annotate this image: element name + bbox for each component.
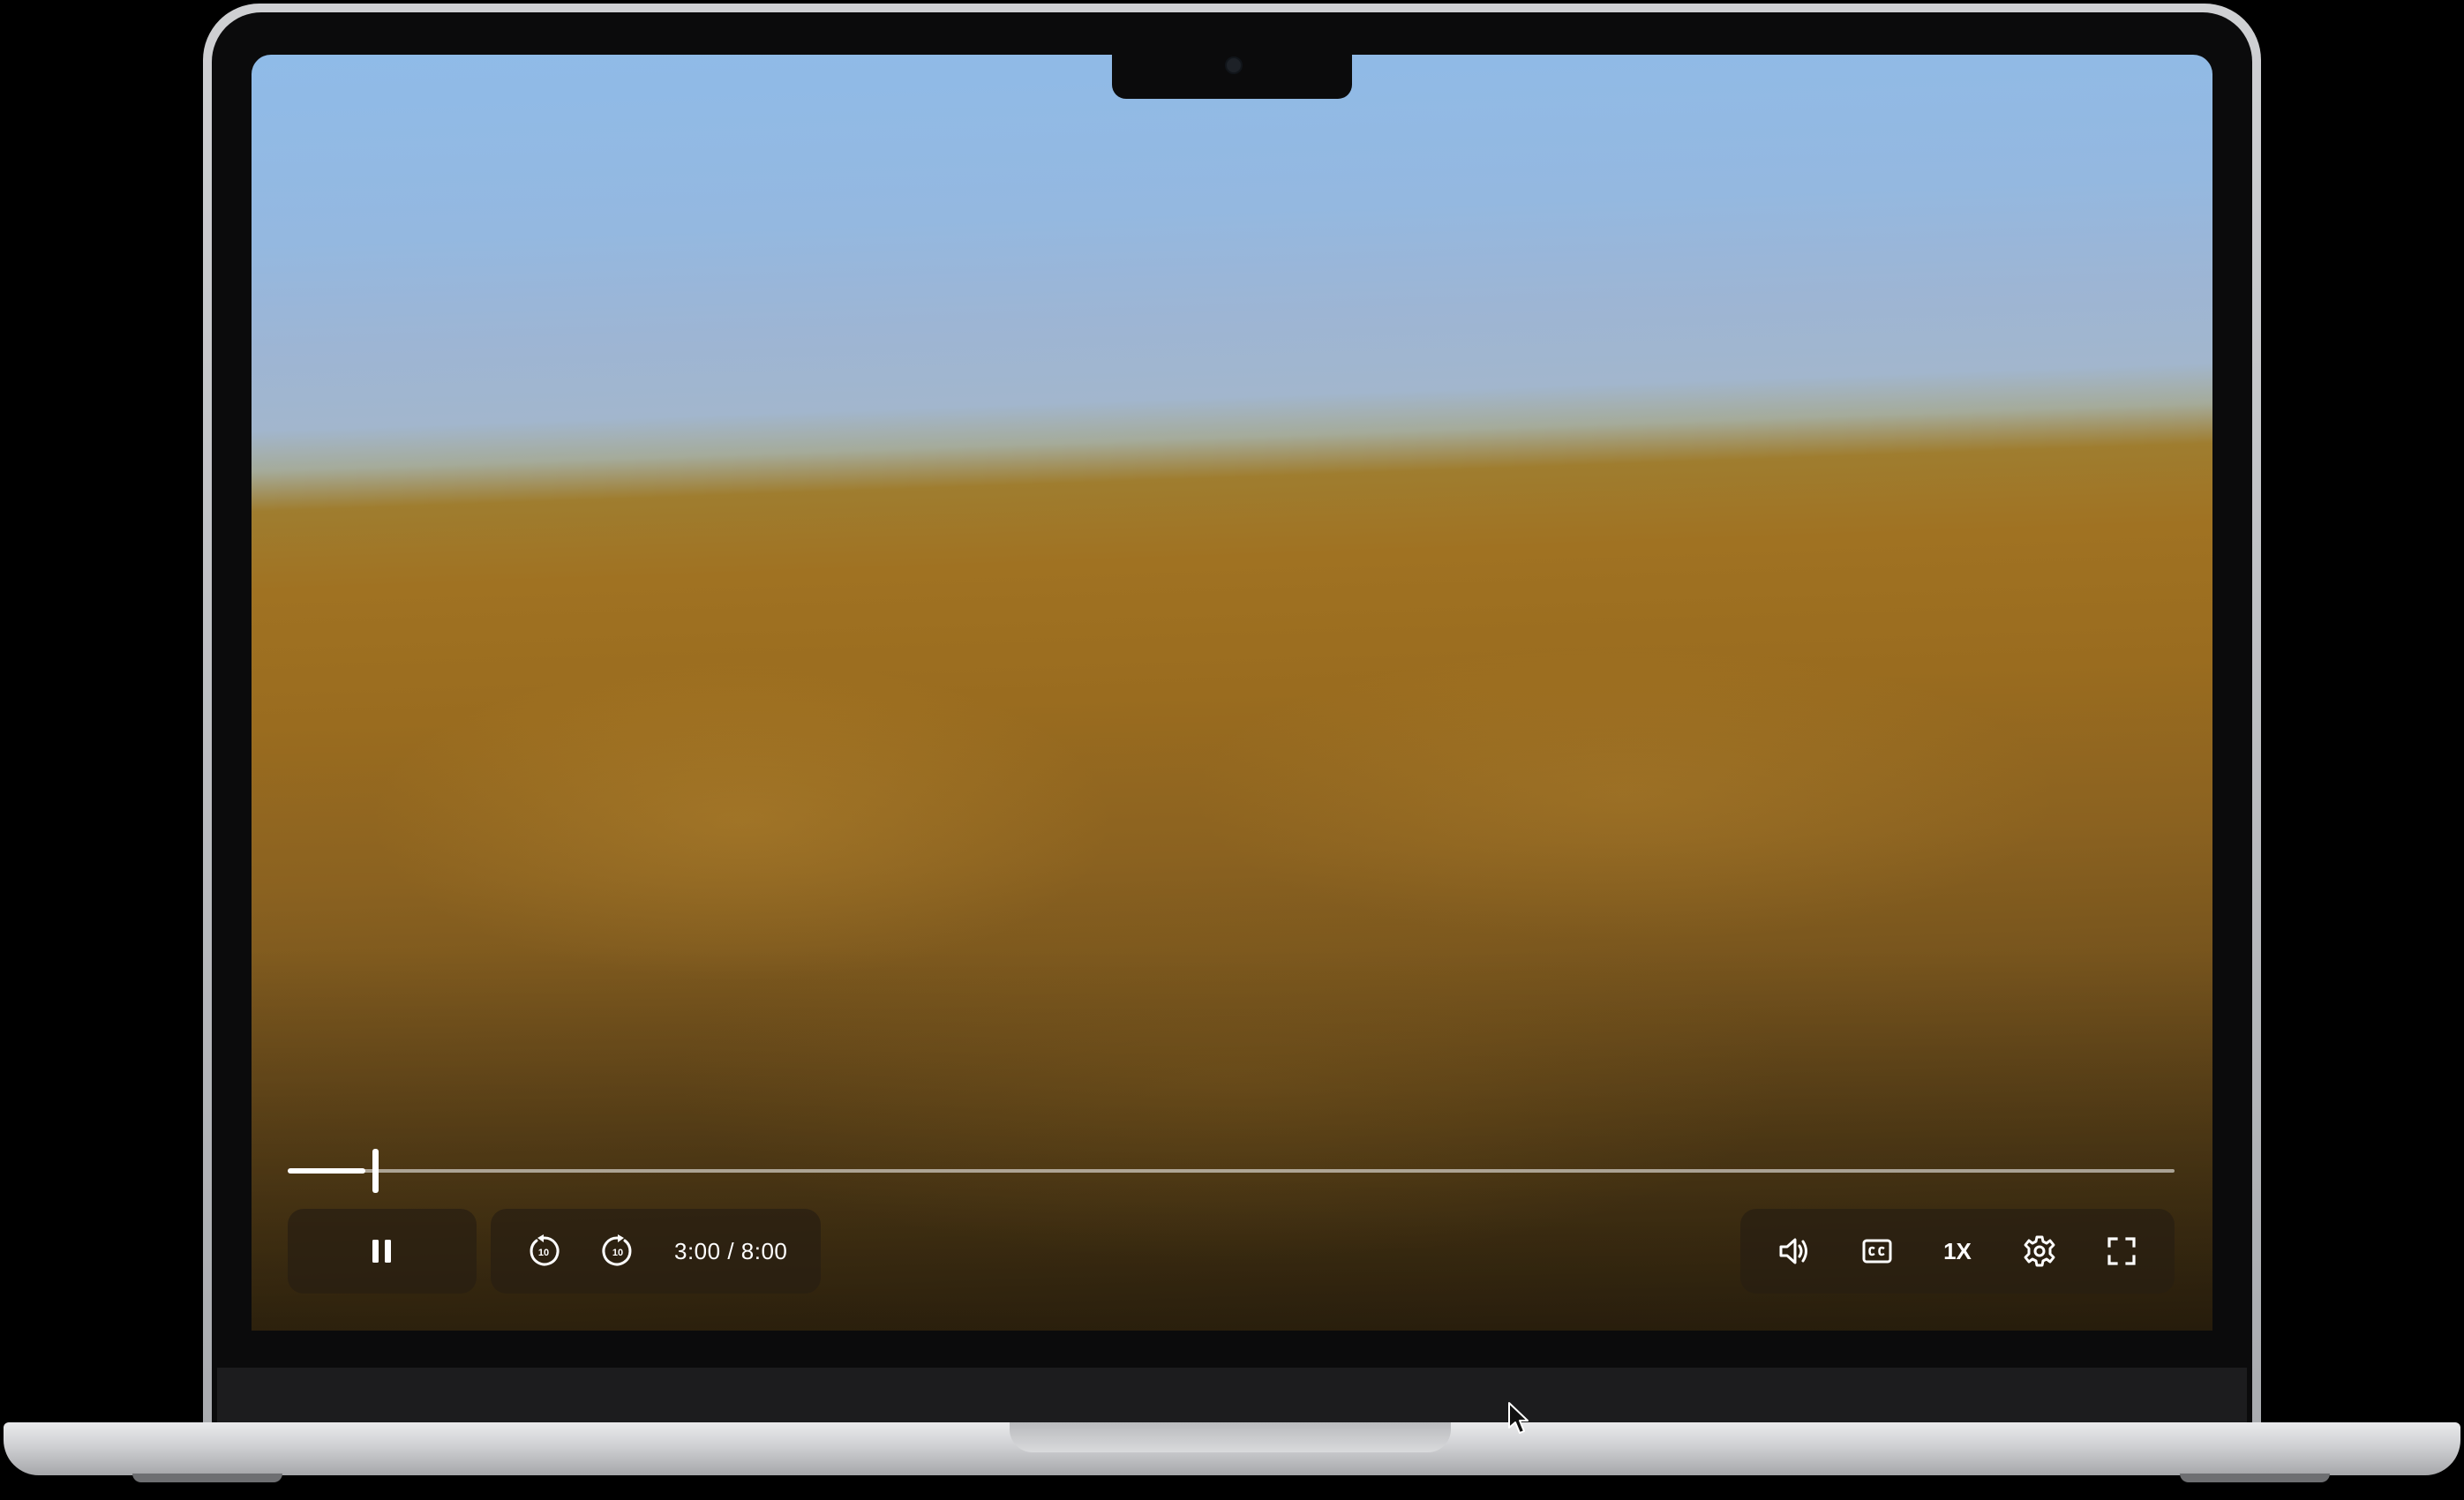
forward-10-button[interactable]: 10 — [600, 1234, 635, 1269]
captions-button[interactable] — [1862, 1238, 1892, 1264]
forward-10-icon: 10 — [600, 1234, 635, 1269]
pause-button[interactable] — [370, 1238, 394, 1264]
laptop-mockup: 10 10 3:00 / 8:00 1X — [0, 0, 2464, 1500]
rewind-10-button[interactable]: 10 — [526, 1234, 561, 1269]
camera-icon — [1225, 56, 1243, 74]
playback-speed-button[interactable]: 1X — [1943, 1238, 1972, 1265]
seek-time-group: 10 10 3:00 / 8:00 — [491, 1209, 821, 1294]
laptop-chin — [217, 1368, 2247, 1422]
gear-icon — [2023, 1234, 2056, 1268]
seek-bar-thumb[interactable] — [372, 1149, 379, 1193]
time-display: 3:00 / 8:00 — [674, 1237, 788, 1264]
volume-icon — [1778, 1236, 1812, 1266]
seek-bar-played — [288, 1168, 365, 1174]
settings-button[interactable] — [2023, 1234, 2056, 1268]
rewind-10-icon: 10 — [526, 1234, 561, 1269]
volume-button[interactable] — [1778, 1236, 1812, 1266]
svg-text:10: 10 — [612, 1248, 623, 1258]
cc-icon — [1862, 1238, 1892, 1264]
fullscreen-button[interactable] — [2107, 1236, 2137, 1266]
laptop-foot-left — [132, 1474, 282, 1482]
laptop-foot-right — [2180, 1474, 2330, 1482]
video-screen[interactable] — [252, 55, 2212, 1331]
playback-speed-label: 1X — [1943, 1237, 1972, 1264]
play-pause-group — [288, 1209, 477, 1294]
svg-text:10: 10 — [538, 1248, 549, 1258]
laptop-opening-notch — [1010, 1422, 1451, 1452]
seek-bar-track[interactable] — [288, 1169, 2175, 1173]
pause-icon — [370, 1238, 394, 1264]
mouse-cursor-icon — [1507, 1401, 1532, 1441]
settings-group: 1X — [1740, 1209, 2175, 1294]
video-frame-flowers — [252, 55, 2212, 1331]
fullscreen-icon — [2107, 1236, 2137, 1266]
